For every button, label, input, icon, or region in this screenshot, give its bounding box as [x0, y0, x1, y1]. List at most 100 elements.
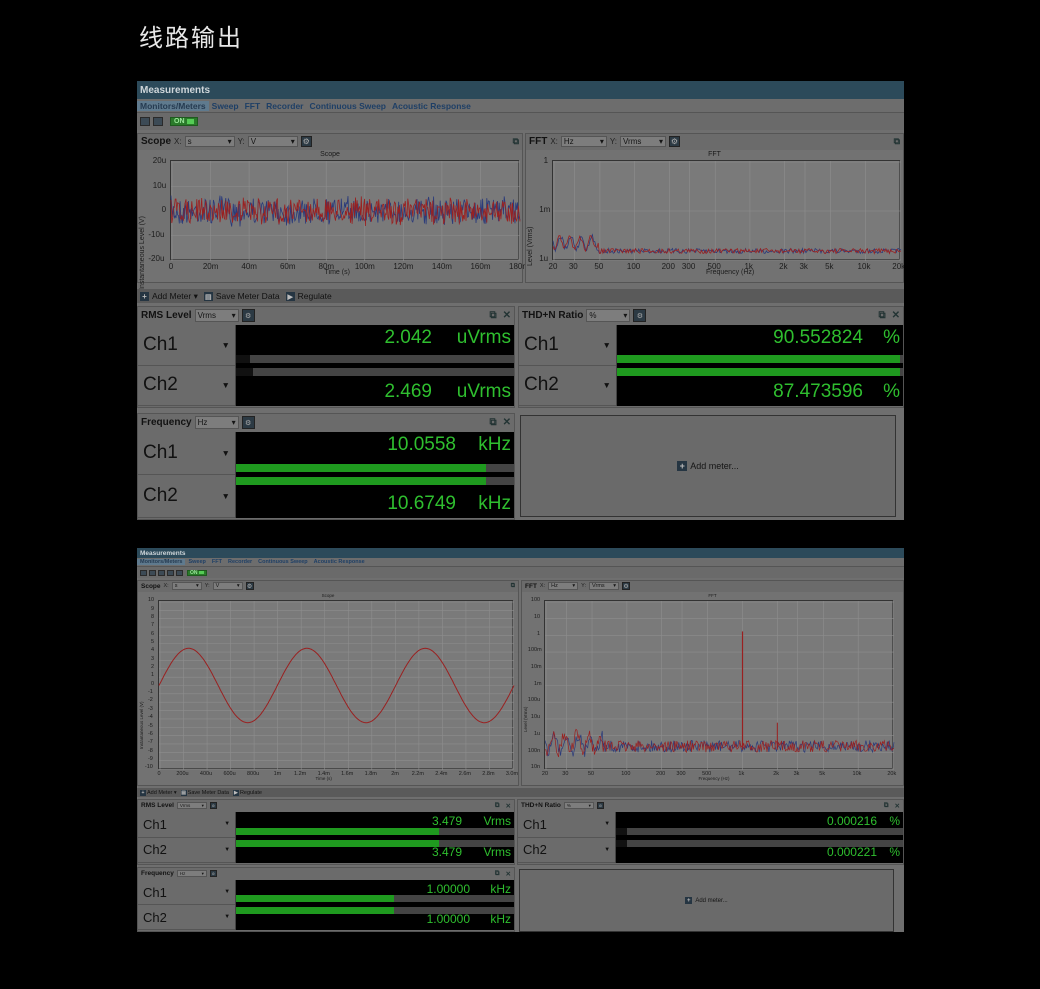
- popout-icon[interactable]: ⧉: [878, 310, 885, 321]
- popout-icon[interactable]: ⧉: [495, 802, 500, 810]
- y-unit-select[interactable]: Vrms ▾: [620, 136, 667, 147]
- tab-continuous-sweep[interactable]: Continuous Sweep: [307, 101, 390, 111]
- plot-area[interactable]: [552, 160, 902, 261]
- close-icon[interactable]: ✕: [506, 802, 511, 810]
- close-icon[interactable]: ✕: [503, 417, 511, 428]
- x-unit-select[interactable]: Hz ▾: [548, 582, 579, 590]
- chevron-down-icon[interactable]: ▼: [224, 914, 230, 920]
- chevron-down-icon[interactable]: ▼: [222, 340, 230, 350]
- channel-selector-ch1[interactable]: Ch1 ▼: [138, 880, 235, 905]
- gear-icon[interactable]: ⚙: [300, 136, 312, 147]
- tab-fft[interactable]: FFT: [209, 559, 225, 565]
- chevron-down-icon[interactable]: ▼: [603, 340, 611, 350]
- chevron-down-icon[interactable]: ▼: [224, 821, 230, 827]
- chevron-down-icon[interactable]: ▼: [222, 448, 230, 458]
- tab-monitors-meters[interactable]: Monitors/Meters: [137, 559, 186, 565]
- y-unit-select[interactable]: Vrms ▾: [589, 582, 620, 590]
- fft-plot[interactable]: FFT 100 10 1 100m 10m 1m 100u 10u 1u 100n 10n 20 30 50…: [522, 592, 903, 785]
- chevron-down-icon[interactable]: ▼: [224, 847, 230, 853]
- close-icon[interactable]: ✕: [892, 310, 900, 321]
- channel-selector-ch1[interactable]: Ch1 ▼: [138, 325, 235, 366]
- channel-selector-ch1[interactable]: Ch1 ▼: [519, 325, 616, 366]
- tab-sweep[interactable]: Sweep: [185, 559, 208, 565]
- channel-selector-ch2[interactable]: Ch2 ▼: [138, 365, 235, 406]
- tab-acoustic-response[interactable]: Acoustic Response: [311, 559, 368, 565]
- unit-select[interactable]: % ▾: [563, 802, 594, 809]
- popout-icon[interactable]: ⧉: [489, 310, 496, 321]
- popout-icon[interactable]: ⧉: [513, 136, 519, 147]
- popout-icon[interactable]: ⧉: [894, 136, 900, 147]
- gear-icon[interactable]: ⚙: [241, 309, 255, 322]
- save-meter-data-button[interactable]: ▤ Save Meter Data: [180, 789, 229, 796]
- close-icon[interactable]: ✕: [895, 802, 900, 810]
- tab-acoustic-response[interactable]: Acoustic Response: [389, 101, 474, 111]
- gear-icon[interactable]: ⚙: [245, 582, 254, 590]
- unit-select[interactable]: % ▾: [586, 309, 631, 322]
- gear-icon[interactable]: ⚙: [209, 870, 217, 877]
- scope-plot[interactable]: Scope 20u 10u 0 -10u -20u 0 20m 40m 60m 80m 100m 120…: [138, 150, 529, 290]
- chart-icon[interactable]: [149, 569, 156, 576]
- close-icon[interactable]: ✕: [506, 870, 511, 878]
- channel-selector-ch2[interactable]: Ch2 ▼: [138, 905, 235, 930]
- unit-select[interactable]: Hz ▾: [176, 870, 207, 877]
- gear-icon[interactable]: ⚙: [241, 416, 255, 429]
- y-unit-select[interactable]: V ▾: [247, 136, 298, 147]
- on-toggle[interactable]: ON: [170, 117, 198, 126]
- x-unit-select[interactable]: Hz ▾: [560, 136, 607, 147]
- regulate-button[interactable]: ▶ Regulate: [285, 291, 332, 302]
- popout-icon[interactable]: ⧉: [495, 870, 500, 878]
- chevron-down-icon[interactable]: ▼: [603, 380, 611, 390]
- monitor-icon[interactable]: [140, 569, 147, 576]
- fft-plot[interactable]: FFT 1 1m 1u 20 30 50 100 200 300 500 1k 2k 3k 5k 10k 20k…: [526, 150, 904, 282]
- chevron-down-icon[interactable]: ▼: [222, 491, 230, 501]
- add-meter-button[interactable]: + Add Meter ▾: [140, 291, 198, 302]
- x-unit-select[interactable]: s ▾: [184, 136, 235, 147]
- channel-selector-ch2[interactable]: Ch2 ▼: [519, 365, 616, 406]
- scope-plot[interactable]: Scope 10 9 8 7 6 5 4 3 2 1 0 -1 -2 -3 -4 -5 -6 -7 -8 -9 -10 0 2…: [138, 592, 518, 785]
- channel-selector-ch2[interactable]: Ch2 ▼: [518, 837, 615, 863]
- popout-icon[interactable]: ⧉: [511, 583, 515, 590]
- gear-icon[interactable]: ⚙: [596, 802, 604, 809]
- plot-area[interactable]: [170, 160, 521, 261]
- on-toggle[interactable]: ON: [187, 569, 207, 576]
- chevron-down-icon[interactable]: ▼: [604, 821, 610, 827]
- y-unit-select[interactable]: V ▾: [212, 582, 243, 590]
- grid-icon[interactable]: [176, 569, 183, 576]
- add-meter-area[interactable]: + Add meter...: [520, 415, 896, 517]
- channel-selector-ch1[interactable]: Ch1 ▼: [138, 432, 235, 475]
- add-meter-button[interactable]: + Add Meter ▾: [140, 789, 177, 796]
- regulate-button[interactable]: ▶ Regulate: [232, 789, 262, 796]
- settings-icon[interactable]: [167, 569, 174, 576]
- chart-icon[interactable]: [153, 117, 163, 126]
- unit-select[interactable]: Hz ▾: [194, 416, 239, 429]
- channel-selector-ch2[interactable]: Ch2 ▼: [138, 475, 235, 518]
- gear-icon[interactable]: ⚙: [209, 802, 217, 809]
- channel-selector-ch1[interactable]: Ch1 ▼: [138, 812, 235, 838]
- add-meter-area[interactable]: + Add meter...: [519, 869, 894, 932]
- chevron-down-icon[interactable]: ▼: [222, 380, 230, 390]
- popout-icon[interactable]: ⧉: [489, 417, 496, 428]
- close-icon[interactable]: ✕: [503, 310, 511, 321]
- tab-recorder[interactable]: Recorder: [225, 559, 255, 565]
- x-unit-select[interactable]: s ▾: [171, 582, 202, 590]
- tab-sweep[interactable]: Sweep: [209, 101, 242, 111]
- tab-monitors-meters[interactable]: Monitors/Meters: [137, 100, 209, 111]
- unit-select[interactable]: Vrms ▾: [194, 309, 239, 322]
- save-meter-data-button[interactable]: ▤ Save Meter Data: [203, 291, 280, 302]
- chevron-down-icon[interactable]: ▼: [224, 889, 230, 895]
- channel-selector-ch1[interactable]: Ch1 ▼: [518, 812, 615, 838]
- plot-area[interactable]: [544, 600, 895, 770]
- chevron-down-icon[interactable]: ▼: [604, 847, 610, 853]
- gear-icon[interactable]: ⚙: [633, 309, 647, 322]
- tab-recorder[interactable]: Recorder: [263, 101, 306, 111]
- tab-fft[interactable]: FFT: [242, 101, 264, 111]
- plot-area[interactable]: [158, 600, 515, 770]
- channel-selector-ch2[interactable]: Ch2 ▼: [138, 837, 235, 863]
- gear-icon[interactable]: ⚙: [669, 136, 681, 147]
- monitor-icon[interactable]: [140, 117, 150, 126]
- unit-select[interactable]: Vrms ▾: [176, 802, 207, 809]
- popout-icon[interactable]: ⧉: [884, 802, 889, 810]
- tab-continuous-sweep[interactable]: Continuous Sweep: [255, 559, 311, 565]
- gear-icon[interactable]: ⚙: [622, 582, 631, 590]
- info-icon[interactable]: [158, 569, 165, 576]
